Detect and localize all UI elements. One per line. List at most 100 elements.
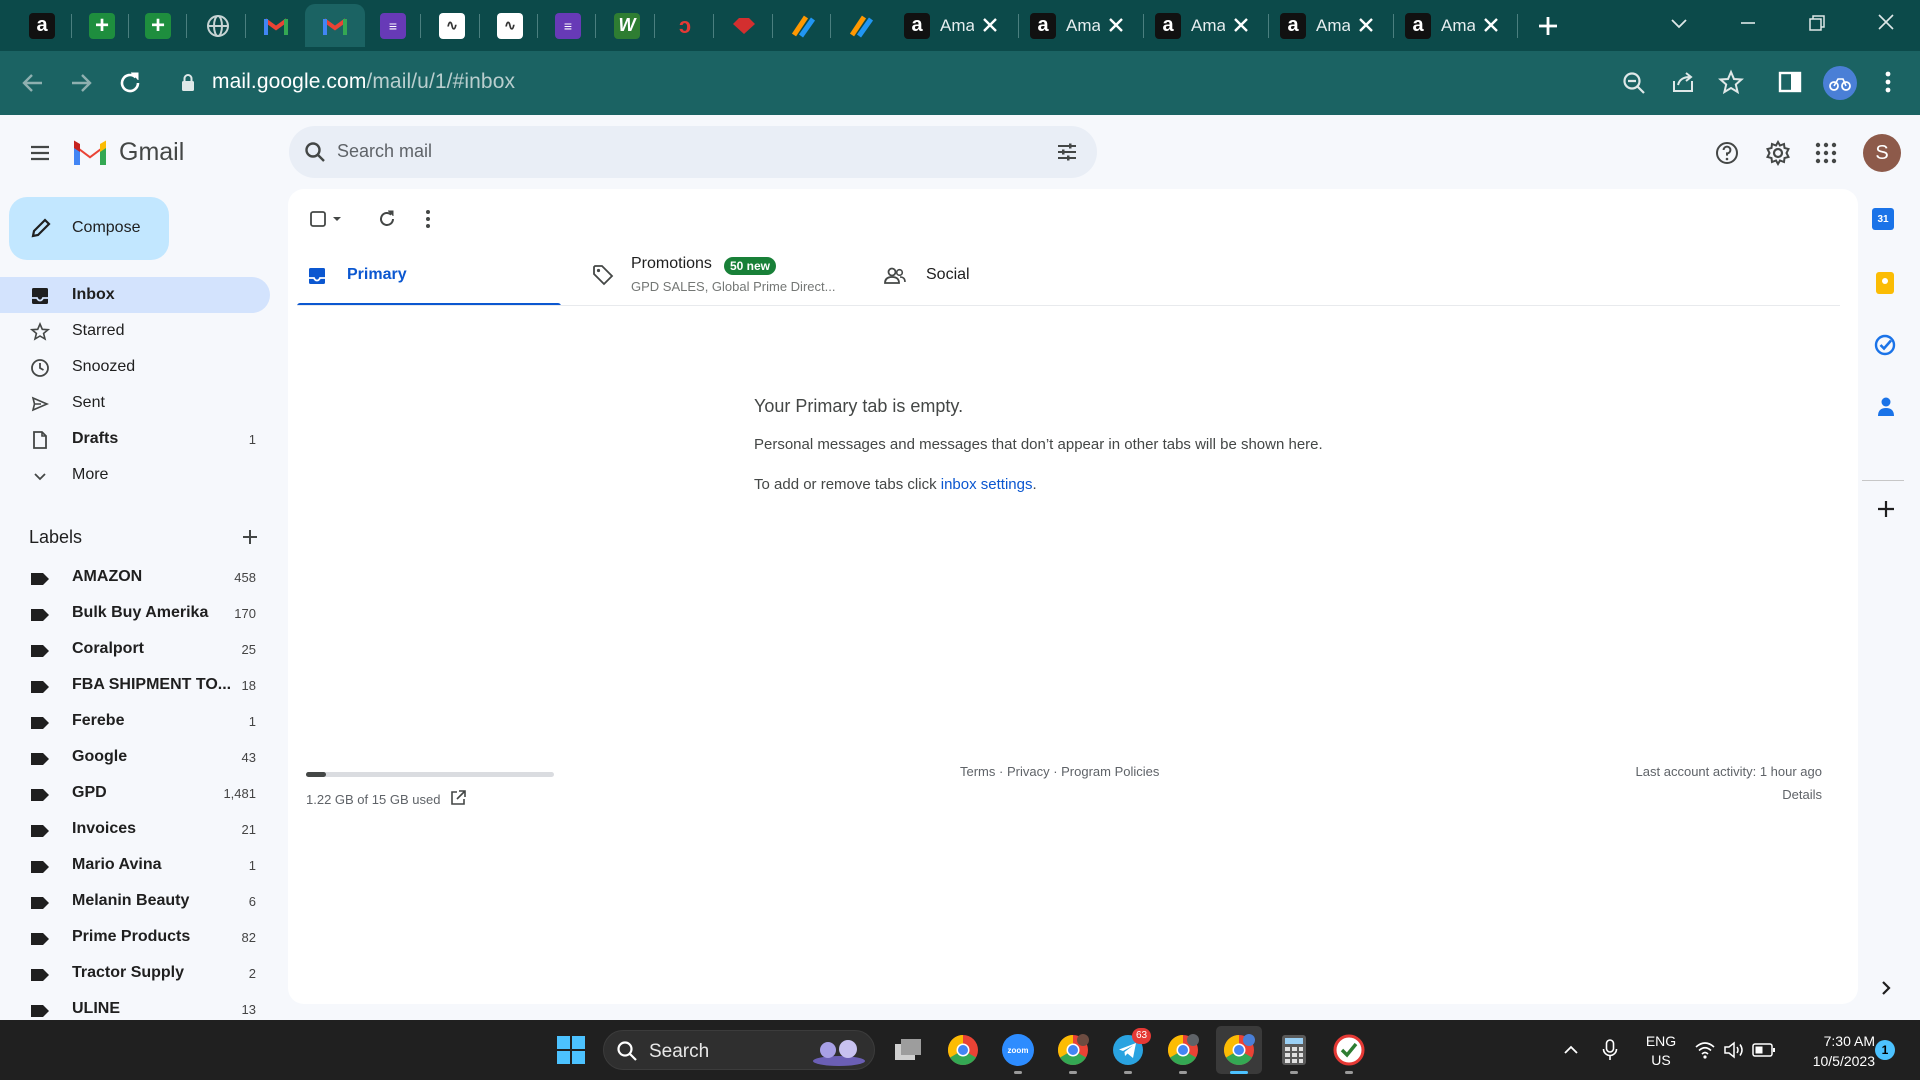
more-options-icon[interactable]: [418, 207, 438, 231]
taskbar-chrome-profile-2-icon[interactable]: [1165, 1032, 1201, 1068]
tab-gmail-other[interactable]: [256, 4, 296, 47]
show-hidden-icons-chevron-icon[interactable]: [1561, 1040, 1581, 1060]
lock-icon[interactable]: [180, 73, 196, 93]
account-avatar[interactable]: S: [1863, 134, 1901, 172]
settings-gear-icon[interactable]: [1764, 139, 1792, 167]
taskbar-zoom-icon[interactable]: zoom: [1000, 1032, 1036, 1068]
search-bar[interactable]: Search mail: [289, 126, 1097, 178]
get-addons-plus-icon[interactable]: [1875, 498, 1897, 520]
label-item[interactable]: GPD 1,481: [0, 776, 270, 812]
search-input[interactable]: Search mail: [337, 141, 432, 162]
taskbar-search-box[interactable]: Search: [603, 1030, 875, 1070]
search-options-icon[interactable]: [1055, 140, 1079, 164]
label-item[interactable]: Google 43: [0, 740, 270, 776]
tab-swoosh[interactable]: ↄ: [665, 4, 705, 47]
show-side-panel-chevron-icon[interactable]: [1878, 979, 1894, 997]
nav-snoozed[interactable]: Snoozed: [0, 349, 270, 385]
tab-amazon-titled[interactable]: a Amazon: [1147, 4, 1265, 47]
tab-chart[interactable]: ∿: [432, 4, 472, 47]
share-icon[interactable]: [1670, 69, 1696, 95]
label-item[interactable]: Bulk Buy Amerika 170: [0, 596, 270, 632]
zoom-out-icon[interactable]: [1621, 70, 1647, 96]
nav-more[interactable]: More: [0, 457, 270, 493]
nav-sent[interactable]: Sent: [0, 385, 270, 421]
tab-chart-2[interactable]: ∿: [490, 4, 530, 47]
tasks-icon[interactable]: [1874, 334, 1896, 356]
tab-amazon-titled[interactable]: a Amazon: [896, 4, 1014, 47]
tab-amazon-titled[interactable]: a Amazon: [1397, 4, 1515, 47]
label-item[interactable]: Melanin Beauty 6: [0, 884, 270, 920]
forward-icon[interactable]: [68, 71, 94, 95]
windows-start-icon[interactable]: [553, 1032, 589, 1068]
taskbar-chrome-profile-icon[interactable]: [1055, 1032, 1091, 1068]
nav-inbox[interactable]: Inbox: [0, 277, 270, 313]
tab-gmail-active[interactable]: [305, 4, 365, 47]
taskbar-chrome-icon[interactable]: [945, 1032, 981, 1068]
google-apps-icon[interactable]: [1814, 141, 1838, 165]
close-tab-icon[interactable]: [1106, 15, 1126, 35]
tab-sheets-2[interactable]: +: [138, 4, 178, 47]
tab-list[interactable]: ≡: [373, 4, 413, 47]
help-icon[interactable]: [1714, 140, 1740, 166]
taskbar-telegram-icon[interactable]: 63: [1110, 1028, 1152, 1068]
label-item[interactable]: Tractor Supply 2: [0, 956, 270, 992]
tab-list-2[interactable]: ≡: [548, 4, 588, 47]
calendar-icon[interactable]: 31: [1872, 208, 1894, 230]
taskbar-calculator-icon[interactable]: [1276, 1032, 1312, 1068]
compose-button[interactable]: Compose: [9, 197, 169, 260]
clock[interactable]: 7:30 AM 10/5/2023: [1783, 1031, 1875, 1071]
nav-starred[interactable]: Starred: [0, 313, 270, 349]
select-all-checkbox[interactable]: [308, 206, 348, 232]
close-window-icon[interactable]: [1875, 11, 1897, 33]
taskbar-checkmark-app-icon[interactable]: [1331, 1032, 1367, 1068]
taskbar-chrome-active-icon[interactable]: [1221, 1032, 1257, 1068]
new-tab-icon[interactable]: [1536, 14, 1560, 38]
tab-social[interactable]: Social: [878, 246, 1142, 306]
tab-sheets[interactable]: +: [82, 4, 122, 47]
tab-globe[interactable]: [198, 4, 238, 47]
tab-amazon-titled[interactable]: a Amazon: [1272, 4, 1390, 47]
terms-link[interactable]: Terms: [960, 764, 995, 779]
label-item[interactable]: Coralport 25: [0, 632, 270, 668]
wifi-icon[interactable]: [1694, 1040, 1716, 1060]
inbox-settings-link[interactable]: inbox settings: [941, 476, 1033, 493]
program-policies-link[interactable]: Program Policies: [1061, 764, 1159, 779]
bookmark-star-icon[interactable]: [1718, 69, 1744, 95]
url-text[interactable]: mail.google.com/mail/u/1/#inbox: [212, 70, 515, 94]
close-tab-icon[interactable]: [1356, 15, 1376, 35]
volume-icon[interactable]: [1723, 1040, 1745, 1060]
microphone-icon[interactable]: [1601, 1038, 1619, 1062]
reload-icon[interactable]: [116, 69, 144, 97]
tab-stripes[interactable]: [783, 4, 823, 47]
label-item[interactable]: Invoices 21: [0, 812, 270, 848]
search-icon[interactable]: [303, 140, 327, 164]
back-icon[interactable]: [20, 71, 46, 95]
open-in-new-icon[interactable]: [449, 789, 467, 807]
battery-icon[interactable]: [1752, 1042, 1776, 1058]
nav-drafts[interactable]: Drafts 1: [0, 421, 270, 457]
add-label-icon[interactable]: [240, 527, 260, 547]
tab-amazon-titled[interactable]: a Amazon: [1022, 4, 1140, 47]
tab-promotions[interactable]: Promotions 50 new GPD SALES, Global Prim…: [590, 246, 854, 306]
tab-red-logo[interactable]: [724, 4, 764, 47]
close-tab-icon[interactable]: [980, 15, 1000, 35]
profile-avatar-icon[interactable]: [1823, 66, 1857, 100]
tab-w-app[interactable]: W: [607, 4, 647, 47]
privacy-link[interactable]: Privacy: [1007, 764, 1050, 779]
main-menu-icon[interactable]: [28, 141, 52, 165]
taskbar-task-view-icon[interactable]: [890, 1032, 926, 1068]
language-indicator[interactable]: ENG US: [1643, 1032, 1679, 1070]
minimize-icon[interactable]: [1737, 12, 1759, 34]
refresh-icon[interactable]: [375, 207, 399, 231]
notification-count-badge[interactable]: 1: [1875, 1040, 1895, 1060]
details-link[interactable]: Details: [1782, 787, 1822, 802]
label-item[interactable]: Mario Avina 1: [0, 848, 270, 884]
tab-search-chevron-icon[interactable]: [1668, 12, 1690, 34]
restore-icon[interactable]: [1806, 12, 1828, 34]
chrome-menu-icon[interactable]: [1878, 69, 1898, 95]
label-item[interactable]: Prime Products 82: [0, 920, 270, 956]
tab-primary[interactable]: Primary: [297, 246, 561, 306]
keep-icon[interactable]: [1876, 272, 1894, 294]
close-tab-icon[interactable]: [1481, 15, 1501, 35]
side-panel-icon[interactable]: [1778, 70, 1802, 94]
